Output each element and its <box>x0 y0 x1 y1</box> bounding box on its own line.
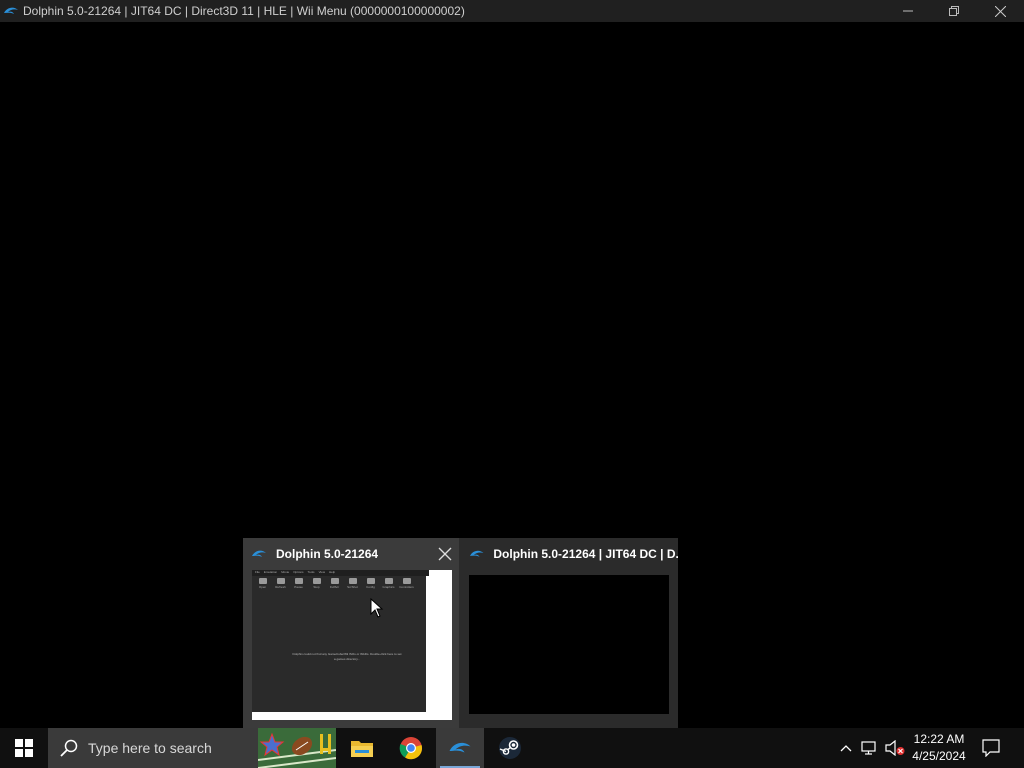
mini-tool-graphics: Graphics <box>382 578 395 592</box>
notification-icon <box>982 739 1000 757</box>
search-highlight-art[interactable] <box>258 728 336 768</box>
volume-tray-button[interactable] <box>884 728 906 768</box>
mini-empty-message: Dolphin could not find any GameCube/Wii … <box>292 652 402 661</box>
action-center-button[interactable] <box>974 728 1008 768</box>
search-highlight-art-graphic <box>258 728 336 768</box>
folder-icon <box>351 741 373 757</box>
thumbnail-dolphin-main[interactable]: Dolphin 5.0-21264 File Emulation Movie O… <box>243 538 459 728</box>
thumbnail-label: Dolphin 5.0-21264 <box>276 547 379 561</box>
mini-menubar: File Emulation Movie Options Tools View … <box>252 570 429 576</box>
network-icon <box>861 741 876 755</box>
start-button[interactable] <box>0 728 48 768</box>
search-icon <box>60 739 78 757</box>
thumbnail-dolphin-render[interactable]: Dolphin 5.0-21264 | JIT64 DC | D... <box>461 538 678 728</box>
thumbnail-close-icon[interactable] <box>437 546 453 562</box>
thumbnail-label: Dolphin 5.0-21264 | JIT64 DC | D... <box>493 547 678 561</box>
thumbnail-preview: File Emulation Movie Options Tools View … <box>252 570 452 720</box>
taskbar-search-box[interactable]: Type here to search <box>48 728 258 768</box>
dolphin-icon <box>469 550 484 557</box>
mini-toolbar: Open Refresh Pause Stop FullScr ScrShot … <box>256 578 414 592</box>
restore-icon <box>949 6 959 16</box>
dolphin-icon <box>252 550 266 557</box>
mini-tool-fullscr: FullScr <box>328 578 341 592</box>
show-hidden-icons-button[interactable] <box>836 728 856 768</box>
mouse-cursor-icon <box>370 598 384 618</box>
thumbnail-header: Dolphin 5.0-21264 | JIT64 DC | D... <box>461 538 678 570</box>
taskbar-clock[interactable]: 12:22 AM 4/25/2024 <box>906 731 972 765</box>
chevron-up-icon <box>840 745 852 752</box>
close-button[interactable] <box>977 0 1023 22</box>
windows-logo-icon <box>15 739 33 757</box>
network-tray-button[interactable] <box>858 728 882 768</box>
window-titlebar[interactable]: Dolphin 5.0-21264 | JIT64 DC | Direct3D … <box>0 0 1024 22</box>
mini-tool-refresh: Refresh <box>274 578 287 592</box>
mini-tool-config: Config <box>364 578 377 592</box>
taskbar: Type here to search 12:22 AM 4/25/2024 <box>0 728 1024 768</box>
taskbar-chrome[interactable] <box>387 728 435 768</box>
volume-muted-icon <box>885 740 905 756</box>
restore-button[interactable] <box>931 0 977 22</box>
taskbar-steam[interactable] <box>486 728 534 768</box>
search-placeholder: Type here to search <box>88 740 212 756</box>
minimize-icon <box>903 10 913 12</box>
taskbar-dolphin[interactable] <box>436 728 484 768</box>
thumbnail-header: Dolphin 5.0-21264 <box>243 538 459 570</box>
mini-tool-stop: Stop <box>310 578 323 592</box>
mini-tool-scrshot: ScrShot <box>346 578 359 592</box>
taskbar-file-explorer[interactable] <box>338 728 386 768</box>
mini-tool-pause: Pause <box>292 578 305 592</box>
close-icon <box>994 5 1006 17</box>
chrome-icon <box>399 737 423 760</box>
thumbnail-preview <box>469 575 669 714</box>
taskbar-thumbnail-popup: Dolphin 5.0-21264 File Emulation Movie O… <box>243 538 678 728</box>
minimize-button[interactable] <box>885 0 931 22</box>
window-title: Dolphin 5.0-21264 | JIT64 DC | Direct3D … <box>23 4 465 18</box>
mini-tool-controllers: Controllers <box>399 578 414 592</box>
dolphin-icon <box>449 742 471 753</box>
dolphin-app-icon <box>4 7 18 14</box>
mini-dolphin-window: File Emulation Movie Options Tools View … <box>252 570 429 712</box>
clock-date: 4/25/2024 <box>912 749 966 763</box>
steam-icon <box>499 737 521 759</box>
clock-time: 12:22 AM <box>913 732 965 746</box>
mini-tool-open: Open <box>256 578 269 592</box>
